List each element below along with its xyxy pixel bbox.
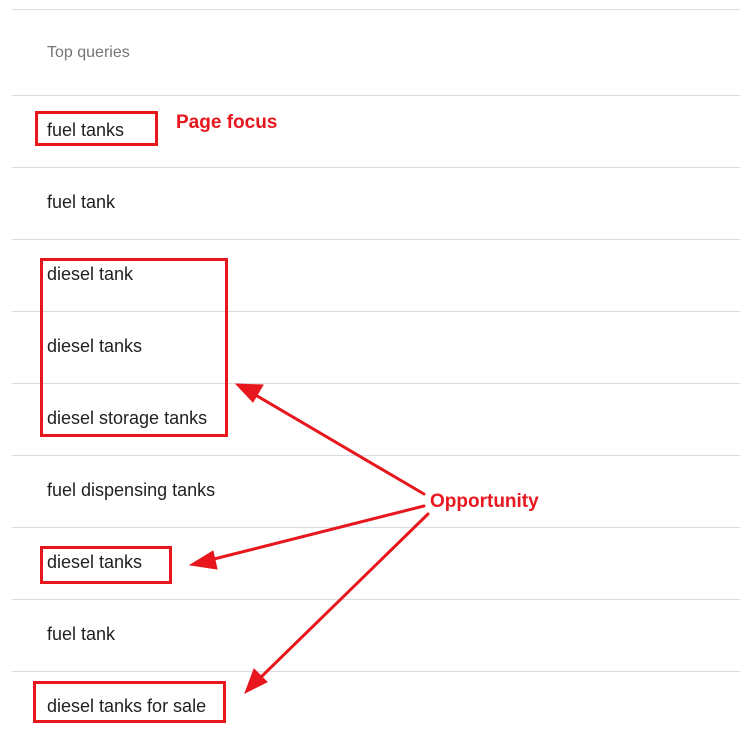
annotation-arrows <box>188 383 430 695</box>
arrow-to-diesel-tanks-for-sale <box>256 512 430 682</box>
arrow-head-diesel-group <box>234 383 264 403</box>
arrow-to-diesel-group <box>250 391 426 496</box>
arrow-to-diesel-tanks <box>208 504 426 562</box>
arrow-head-diesel-tanks <box>188 550 218 570</box>
